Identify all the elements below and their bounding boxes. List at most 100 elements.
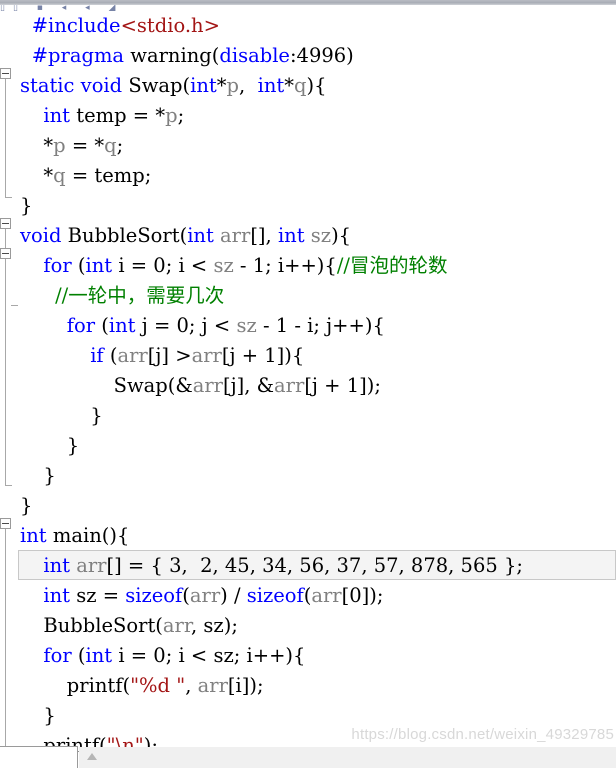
token: ){: [306, 74, 327, 97]
line-swap-assign-p[interactable]: *p = *q;: [20, 131, 616, 161]
token: q: [53, 164, 66, 187]
token: void: [20, 224, 62, 247]
token: int: [43, 554, 71, 577]
token: arr: [220, 224, 251, 247]
token: BubbleSort(: [43, 614, 163, 637]
line-swap-close[interactable]: }: [20, 191, 616, 221]
token: "%d ": [130, 674, 186, 697]
line-inner-for-close[interactable]: }: [20, 431, 616, 461]
token: [],: [250, 224, 278, 247]
token: arr: [189, 584, 221, 607]
token: arr: [76, 554, 107, 577]
token: <stdio.h>: [120, 14, 220, 37]
watermark-text: https://blog.csdn.net/weixin_49329785: [351, 726, 614, 743]
bottom-status-band: [79, 747, 616, 768]
token: int: [43, 104, 71, 127]
token: ,: [239, 74, 258, 97]
line-main-signature[interactable]: int main(){: [20, 521, 616, 551]
token: ,: [185, 674, 198, 697]
token: sz: [213, 254, 234, 277]
token: p: [53, 134, 66, 157]
token: //冒泡的轮数: [336, 254, 448, 277]
line-bubblesort-close[interactable]: }: [20, 491, 616, 521]
token: *: [216, 74, 227, 97]
token: (: [71, 644, 86, 667]
line-outer-for-close[interactable]: }: [20, 461, 616, 491]
token: int: [190, 74, 217, 97]
line-sizeof[interactable]: int sz = sizeof(arr) / sizeof(arr[0]);: [20, 581, 616, 611]
token: for: [43, 254, 72, 277]
code-surface[interactable]: #include<stdio.h> #pragma warning(disable…: [0, 5, 616, 768]
line-pragma-warning[interactable]: #pragma warning(disable:4996): [20, 41, 616, 71]
line-if-close[interactable]: }: [20, 401, 616, 431]
token: int: [257, 74, 285, 97]
line-inner-for[interactable]: for (int j = 0; j < sz - 1 - i; j++){: [20, 311, 616, 341]
token: Swap(&: [113, 374, 193, 397]
token: sz: [236, 314, 257, 337]
line-array-init[interactable]: int arr[] = { 3, 2, 45, 34, 56, 37, 57, …: [20, 551, 616, 581]
token: (: [182, 584, 190, 607]
token: [i]);: [227, 674, 264, 697]
token: [] = { 3, 2, 45, 34, 56, 37, 57, 878, 56…: [106, 554, 523, 577]
token: *: [284, 74, 294, 97]
token: disable: [219, 44, 290, 67]
token: - 1; i++){: [233, 254, 337, 277]
token: (: [95, 314, 109, 337]
line-comment-inner-rounds[interactable]: //一轮中，需要几次: [20, 281, 616, 311]
token: arr: [117, 344, 148, 367]
line-print-for[interactable]: for (int i = 0; i < sz; i++){: [20, 641, 616, 671]
token: , sz);: [191, 614, 238, 637]
token: temp = *: [70, 104, 166, 127]
token: }: [90, 404, 103, 427]
token: ;: [177, 104, 185, 127]
token: arr: [192, 374, 223, 397]
token: q: [104, 134, 117, 157]
token: p: [226, 74, 239, 97]
token: [j], &: [223, 374, 275, 397]
code-text-area[interactable]: #include<stdio.h> #pragma warning(disable…: [0, 5, 616, 768]
token: (: [103, 344, 118, 367]
token: }: [20, 194, 33, 217]
token: [j] >: [147, 344, 192, 367]
token: }: [66, 434, 80, 457]
token: Swap(: [122, 74, 191, 97]
bottom-fold-region: [0, 746, 78, 768]
token: }: [20, 494, 33, 517]
line-bubblesort-signature[interactable]: void BubbleSort(int arr[], int sz){: [20, 221, 616, 251]
line-swap-signature[interactable]: static void Swap(int*p, int*q){: [20, 71, 616, 101]
token: }: [43, 464, 56, 487]
token: ){: [331, 224, 352, 247]
token: #include: [31, 14, 121, 37]
token: (: [71, 254, 86, 277]
token: [0]);: [341, 584, 384, 607]
token: #pragma: [31, 44, 125, 67]
token: - 1 - i; j++){: [256, 314, 385, 337]
line-bubblesort-call[interactable]: BubbleSort(arr, sz);: [20, 611, 616, 641]
token: warning(: [124, 44, 220, 67]
line-if-compare[interactable]: if (arr[j] >arr[j + 1]){: [20, 341, 616, 371]
token: *: [43, 164, 54, 187]
token: int: [43, 584, 71, 607]
token: static: [20, 74, 75, 97]
token: int: [85, 254, 113, 277]
token: arr: [162, 614, 192, 637]
token: arr: [191, 344, 222, 367]
code-editor-window: ▯▯ ▪ ◂ ◂ ◢ #include<stdio.h> #pragma warn…: [0, 0, 616, 768]
token: int: [85, 644, 113, 667]
token: main(){: [46, 524, 130, 547]
line-swap-call[interactable]: Swap(&arr[j], &arr[j + 1]);: [20, 371, 616, 401]
token: [j + 1]){: [221, 344, 305, 367]
token: p: [165, 104, 178, 127]
line-swap-temp[interactable]: int temp = *p;: [20, 101, 616, 131]
token: :4996): [289, 44, 354, 67]
token: j = 0; j <: [135, 314, 237, 337]
line-include-stdio[interactable]: #include<stdio.h>: [20, 11, 616, 41]
token: sizeof: [125, 584, 183, 607]
line-swap-assign-q[interactable]: *q = temp;: [20, 161, 616, 191]
line-outer-for[interactable]: for (int i = 0; i < sz - 1; i++){//冒泡的轮数: [20, 251, 616, 281]
token: ;: [116, 134, 124, 157]
token: if: [90, 344, 104, 367]
line-printf-element[interactable]: printf("%d ", arr[i]);: [20, 671, 616, 701]
token: arr: [197, 674, 228, 697]
token: q: [294, 74, 307, 97]
